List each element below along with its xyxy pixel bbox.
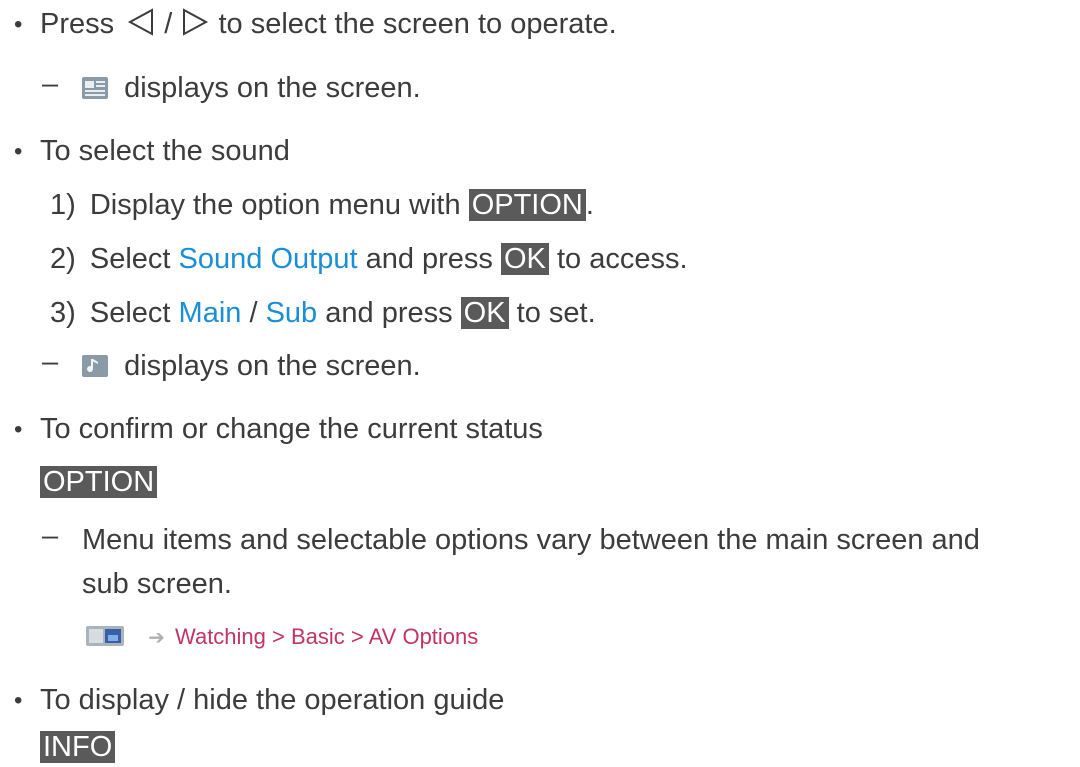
option-key: OPTION (40, 466, 158, 498)
step-2: 2) Select Sound Output and press OK to a… (50, 243, 688, 275)
operation-guide-heading: To display / hide the operation guide (40, 684, 505, 716)
bullet: • (14, 138, 23, 165)
note-screen-icon: displays on the screen. (82, 68, 421, 108)
option-key-line: OPTION (40, 462, 158, 502)
note-menu-items: Menu items and selectable options vary b… (82, 524, 980, 556)
right-arrow-icon (183, 8, 209, 36)
ok-key: OK (460, 297, 509, 329)
option-key: OPTION (468, 189, 586, 221)
step-1: 1) Display the option menu with OPTION. (50, 189, 594, 221)
reference-link[interactable]: ➔ Watching > Basic > AV Options (86, 622, 478, 653)
ok-key: OK (501, 243, 549, 275)
bullet: • (14, 11, 23, 38)
dash: – (42, 520, 59, 552)
arrow-icon: ➔ (148, 627, 165, 649)
bullet: • (14, 416, 23, 443)
sound-output-link[interactable]: Sound Output (179, 243, 358, 275)
confirm-status-heading: To confirm or change the current status (40, 413, 543, 445)
tv-screen-icon (86, 626, 124, 646)
info-key-line: INFO (40, 727, 116, 767)
dash: – (42, 68, 59, 100)
dash: – (42, 346, 59, 378)
note-menu-items-cont: sub screen. (82, 568, 232, 600)
music-note-icon (82, 355, 108, 377)
select-sound-heading: To select the sound (40, 135, 290, 167)
note-sound-icon: displays on the screen. (82, 346, 421, 386)
main-link[interactable]: Main (179, 297, 242, 329)
sub-link[interactable]: Sub (266, 297, 318, 329)
sub-screen-icon (82, 77, 108, 99)
step-3: 3) Select Main / Sub and press OK to set… (50, 297, 596, 329)
info-key: INFO (40, 731, 116, 763)
left-arrow-icon (128, 8, 154, 36)
instruction-select-screen: Press / to select the screen to operate. (40, 8, 617, 40)
bullet: • (14, 687, 23, 714)
